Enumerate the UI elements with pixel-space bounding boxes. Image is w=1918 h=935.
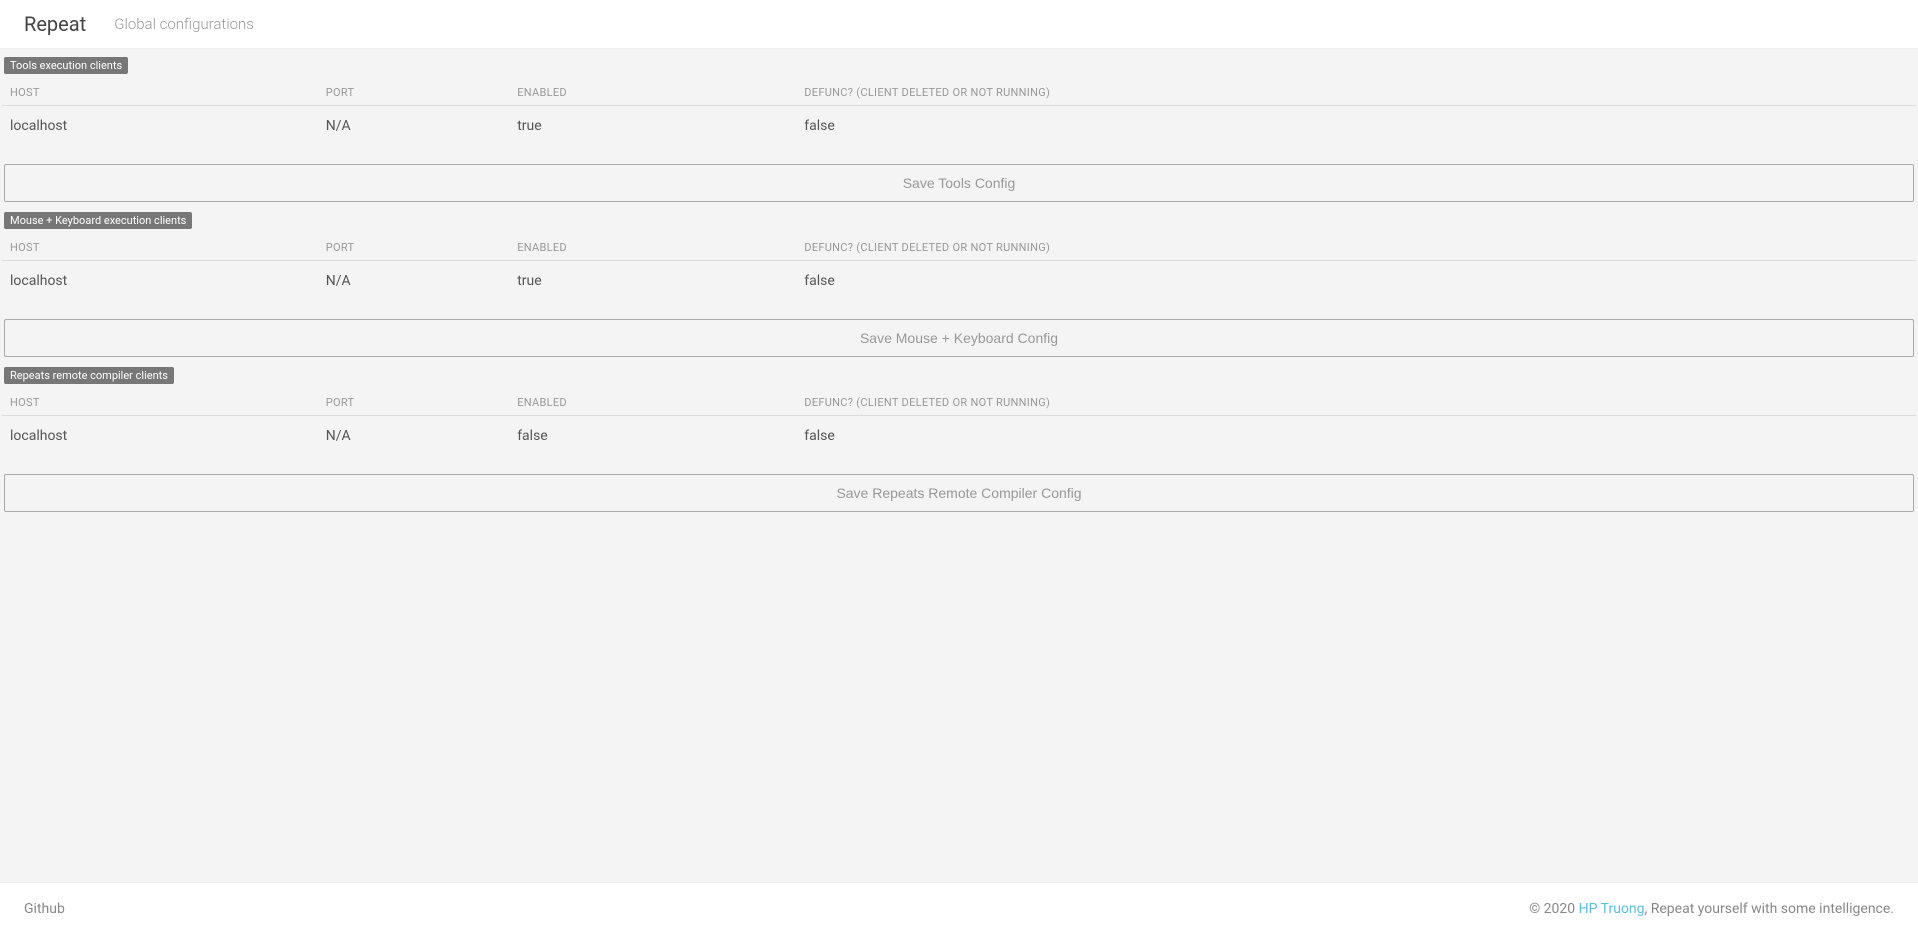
mouse-keyboard-clients-table: HOST PORT ENABLED DEFUNC? (CLIENT DELETE… xyxy=(2,233,1916,319)
github-link[interactable]: Github xyxy=(24,901,65,917)
col-header-host: HOST xyxy=(2,388,318,416)
col-header-port: PORT xyxy=(318,233,509,261)
col-header-port: PORT xyxy=(318,388,509,416)
table-row[interactable]: localhost N/A true false xyxy=(2,106,1916,165)
col-header-host: HOST xyxy=(2,78,318,106)
cell-defunc[interactable]: false xyxy=(796,416,1916,475)
cell-port[interactable]: N/A xyxy=(318,106,509,165)
topbar: Repeat Global configurations xyxy=(0,0,1918,49)
remote-compiler-clients-table: HOST PORT ENABLED DEFUNC? (CLIENT DELETE… xyxy=(2,388,1916,474)
cell-host[interactable]: localhost xyxy=(2,416,318,475)
col-header-enabled: ENABLED xyxy=(509,233,796,261)
col-header-defunc: DEFUNC? (CLIENT DELETED OR NOT RUNNING) xyxy=(796,233,1916,261)
cell-enabled[interactable]: false xyxy=(509,416,796,475)
cell-defunc[interactable]: false xyxy=(796,106,1916,165)
cell-host[interactable]: localhost xyxy=(2,106,318,165)
cell-port[interactable]: N/A xyxy=(318,416,509,475)
nav-global-config[interactable]: Global configurations xyxy=(114,15,254,33)
brand-link[interactable]: Repeat xyxy=(24,12,86,36)
cell-port[interactable]: N/A xyxy=(318,261,509,320)
cell-enabled[interactable]: true xyxy=(509,106,796,165)
table-row[interactable]: localhost N/A true false xyxy=(2,261,1916,320)
footer: Github © 2020 HP Truong, Repeat yourself… xyxy=(0,882,1918,935)
save-mouse-keyboard-config-button[interactable]: Save Mouse + Keyboard Config xyxy=(4,319,1914,357)
footer-copyright: © 2020 HP Truong, Repeat yourself with s… xyxy=(1529,901,1894,917)
save-remote-compiler-config-button[interactable]: Save Repeats Remote Compiler Config xyxy=(4,474,1914,512)
col-header-enabled: ENABLED xyxy=(509,388,796,416)
cell-host[interactable]: localhost xyxy=(2,261,318,320)
col-header-defunc: DEFUNC? (CLIENT DELETED OR NOT RUNNING) xyxy=(796,388,1916,416)
section-label-remote-compiler: Repeats remote compiler clients xyxy=(4,367,174,384)
copyright-suffix: , Repeat yourself with some intelligence… xyxy=(1645,901,1894,917)
col-header-host: HOST xyxy=(2,233,318,261)
section-label-mouse-keyboard: Mouse + Keyboard execution clients xyxy=(4,212,192,229)
main-content: Tools execution clients HOST PORT ENABLE… xyxy=(0,49,1918,882)
save-tools-config-button[interactable]: Save Tools Config xyxy=(4,164,1914,202)
cell-defunc[interactable]: false xyxy=(796,261,1916,320)
copyright-prefix: © 2020 xyxy=(1529,901,1578,917)
col-header-enabled: ENABLED xyxy=(509,78,796,106)
author-link[interactable]: HP Truong xyxy=(1579,901,1645,917)
section-label-tools: Tools execution clients xyxy=(4,57,128,74)
col-header-defunc: DEFUNC? (CLIENT DELETED OR NOT RUNNING) xyxy=(796,78,1916,106)
col-header-port: PORT xyxy=(318,78,509,106)
tools-clients-table: HOST PORT ENABLED DEFUNC? (CLIENT DELETE… xyxy=(2,78,1916,164)
cell-enabled[interactable]: true xyxy=(509,261,796,320)
table-row[interactable]: localhost N/A false false xyxy=(2,416,1916,475)
